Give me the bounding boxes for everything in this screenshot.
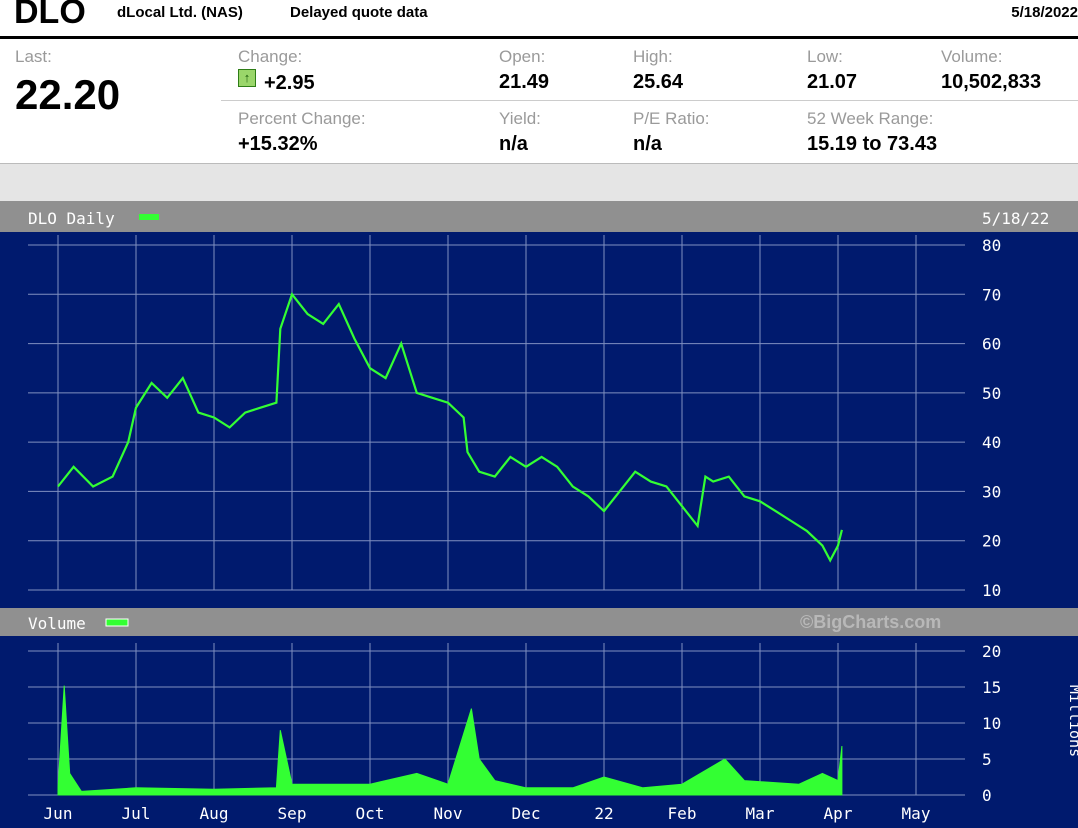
price-tick-label: 50 (982, 384, 1001, 403)
watermark: ©BigCharts.com (800, 612, 941, 632)
price-series-line (57, 292, 843, 563)
quote-date: 5/18/2022 (1011, 4, 1078, 21)
yield-label: Yield: (499, 109, 541, 128)
range-label: 52 Week Range: (807, 109, 934, 128)
month-label: Apr (824, 804, 853, 823)
quote-panel: Last: 22.20 Change: ↑ +2.95 Open: 21.49 … (0, 39, 1078, 164)
volume-tick-label: 20 (982, 642, 1001, 661)
month-label: Feb (668, 804, 697, 823)
range-value: 15.19 to 73.43 (807, 133, 938, 155)
volume-label: Volume: (941, 47, 1003, 66)
quote-header: DLO dLocal Ltd. (NAS) Delayed quote data… (0, 0, 1078, 39)
yield-value: n/a (499, 133, 528, 155)
price-tick-label: 60 (982, 335, 1001, 354)
percent-change-value: +15.32% (238, 133, 318, 155)
high-label: High: (633, 47, 673, 66)
price-legend-swatch (139, 214, 159, 220)
month-label: Sep (278, 804, 307, 823)
price-tick-label: 80 (982, 236, 1001, 255)
last-label: Last: (15, 47, 52, 66)
month-label: Jul (122, 804, 151, 823)
chart-svg: DLO Daily 5/18/22 Volume ©BigCharts.com 80 70… (0, 201, 1078, 823)
price-tick-label: 40 (982, 433, 1001, 452)
volume-title: Volume (28, 614, 86, 633)
month-label: Oct (356, 804, 385, 823)
price-tick-label: 70 (982, 285, 1001, 304)
arrow-up-icon: ↑ (238, 69, 256, 87)
month-label: Nov (434, 804, 463, 823)
change-label: Change: (238, 47, 303, 66)
company-name: dLocal Ltd. (NAS) (117, 4, 243, 21)
chart-title: DLO Daily (28, 209, 115, 228)
low-label: Low: (807, 47, 843, 66)
pe-label: P/E Ratio: (633, 109, 710, 128)
change-value: +2.95 (264, 72, 315, 94)
ticker-symbol: DLO (14, 0, 86, 31)
month-label: Dec (512, 804, 541, 823)
low-value: 21.07 (807, 71, 858, 93)
toolbar-band (0, 164, 1078, 201)
month-label: May (902, 804, 931, 823)
month-label: Jun (44, 804, 73, 823)
pe-value: n/a (633, 133, 662, 155)
month-label: Mar (746, 804, 775, 823)
chart-date: 5/18/22 (982, 209, 1049, 228)
last-price: 22.20 (15, 71, 121, 118)
volume-legend-swatch (105, 618, 129, 627)
high-value: 25.64 (633, 71, 684, 93)
price-tick-label: 20 (982, 532, 1001, 551)
open-value: 21.49 (499, 71, 550, 93)
price-tick-label: 30 (982, 482, 1001, 501)
volume-tick-label: 0 (982, 786, 992, 805)
volume-value: 10,502,833 (941, 71, 1042, 93)
percent-change-label: Percent Change: (238, 109, 366, 128)
price-chart: DLO Daily 5/18/22 Volume ©BigCharts.com 80 70… (0, 201, 1078, 828)
open-label: Open: (499, 47, 546, 66)
quote-divider (221, 100, 1078, 101)
price-title-strip (0, 201, 1078, 232)
volume-tick-label: 15 (982, 678, 1001, 697)
volume-tick-label: 10 (982, 714, 1001, 733)
volume-tick-label: 5 (982, 750, 992, 769)
price-tick-label: 10 (982, 581, 1001, 600)
volume-series-area (57, 685, 843, 796)
volume-unit-label: Millions (1066, 685, 1078, 757)
month-label: Aug (200, 804, 229, 823)
month-label: 22 (594, 804, 613, 823)
delayed-note: Delayed quote data (290, 4, 428, 21)
